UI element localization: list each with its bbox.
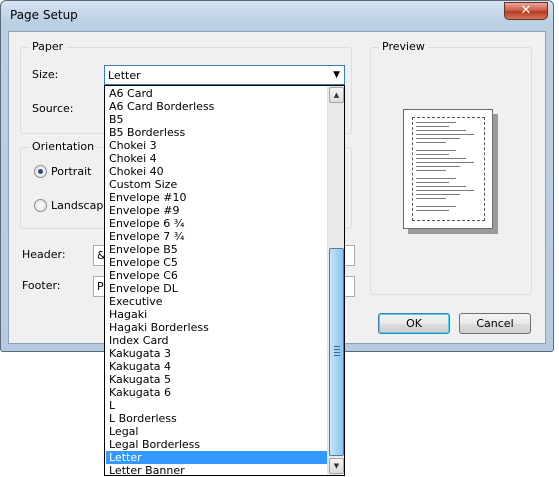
dropdown-item[interactable]: Envelope DL (106, 282, 328, 295)
dropdown-item[interactable]: Envelope B5 (106, 243, 328, 256)
dropdown-item[interactable]: L (106, 399, 328, 412)
dropdown-item[interactable]: Envelope 6 ¾ (106, 217, 328, 230)
dropdown-item[interactable]: Envelope #10 (106, 191, 328, 204)
header-label: Header: (22, 248, 66, 261)
close-button[interactable]: ✕ (504, 2, 548, 20)
dropdown-item[interactable]: A6 Card (106, 87, 328, 100)
dropdown-item[interactable]: Custom Size (106, 178, 328, 191)
dropdown-item[interactable]: Legal Borderless (106, 438, 328, 451)
close-icon: ✕ (520, 3, 532, 18)
preview-page-thumbnail (403, 109, 493, 229)
dropdown-item[interactable]: B5 (106, 113, 328, 126)
dropdown-item[interactable]: Chokei 3 (106, 139, 328, 152)
size-dropdown-list[interactable]: A6 Card A6 Card Borderless B5 B5 Borderless… (104, 85, 345, 476)
dropdown-item[interactable]: A6 Card Borderless (106, 100, 328, 113)
dropdown-item[interactable]: Hagaki Borderless (106, 321, 328, 334)
landscape-radio[interactable] (34, 199, 47, 212)
size-label: Size: (32, 68, 59, 81)
dropdown-item[interactable]: Chokei 4 (106, 152, 328, 165)
paper-group-label: Paper (29, 40, 67, 53)
title-bar[interactable]: Page Setup ✕ (1, 1, 553, 31)
dropdown-item[interactable]: Index Card (106, 334, 328, 347)
dropdown-item[interactable]: Kakugata 4 (106, 360, 328, 373)
landscape-label[interactable]: Landscape (51, 199, 110, 212)
dropdown-item[interactable]: Letter Banner (106, 464, 328, 475)
dropdown-item[interactable]: Envelope C6 (106, 269, 328, 282)
dropdown-item[interactable]: Chokei 40 (106, 165, 328, 178)
dropdown-item[interactable]: Letter (106, 451, 328, 464)
scroll-up-icon[interactable]: ▲ (329, 87, 344, 103)
dropdown-item[interactable]: Kakugata 3 (106, 347, 328, 360)
footer-label: Footer: (22, 279, 61, 292)
preview-group: Preview (370, 40, 532, 295)
dropdown-item[interactable]: Legal (106, 425, 328, 438)
portrait-radio[interactable] (34, 165, 47, 178)
dropdown-item[interactable]: Envelope 7 ¾ (106, 230, 328, 243)
size-combobox[interactable]: Letter ▼ (104, 65, 345, 85)
cancel-button[interactable]: Cancel (459, 313, 531, 334)
dropdown-item[interactable]: L Borderless (106, 412, 328, 425)
dropdown-item[interactable]: B5 Borderless (106, 126, 328, 139)
portrait-label[interactable]: Portrait (51, 165, 91, 178)
dropdown-item[interactable]: Hagaki (106, 308, 328, 321)
preview-group-label: Preview (379, 40, 428, 53)
orientation-group-label: Orientation (29, 140, 98, 153)
size-combobox-value: Letter (108, 69, 141, 82)
ok-button[interactable]: OK (378, 313, 450, 334)
dropdown-item[interactable]: Envelope C5 (106, 256, 328, 269)
chevron-down-icon[interactable]: ▼ (333, 70, 340, 80)
dropdown-item[interactable]: Kakugata 5 (106, 373, 328, 386)
scrollbar-thumb[interactable] (329, 248, 344, 456)
dropdown-item[interactable]: Executive (106, 295, 328, 308)
dropdown-scrollbar[interactable]: ▲ ▼ (327, 86, 344, 475)
dropdown-item[interactable]: Envelope #9 (106, 204, 328, 217)
window-title: Page Setup (10, 8, 78, 22)
source-label: Source: (32, 102, 74, 115)
dropdown-item[interactable]: Kakugata 6 (106, 386, 328, 399)
scroll-down-icon[interactable]: ▼ (329, 458, 344, 474)
